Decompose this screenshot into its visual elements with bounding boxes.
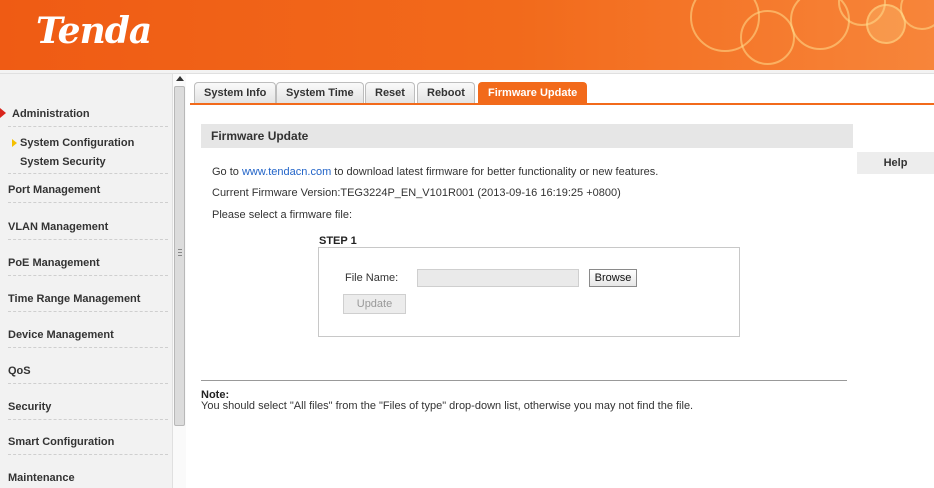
section-title: Firmware Update [201, 124, 853, 148]
sidebar-item-smart-configuration[interactable]: Smart Configuration [8, 436, 168, 448]
sidebar-separator [8, 275, 168, 276]
sidebar-item-qos[interactable]: QoS [8, 365, 168, 377]
update-button[interactable]: Update [343, 294, 406, 314]
sidebar-separator [8, 311, 168, 312]
sidebar-item-administration[interactable]: Administration [12, 108, 172, 120]
note-text: You should select "All files" from the "… [201, 400, 694, 412]
download-hint: Go to www.tendacn.com to download latest… [212, 166, 658, 178]
sidebar-separator [8, 126, 168, 127]
grip-line [178, 252, 182, 253]
header-banner: Tenda [0, 0, 934, 70]
selected-arrow-icon [12, 139, 17, 147]
sidebar-item-maintenance[interactable]: Maintenance [8, 472, 168, 484]
select-file-prompt: Please select a firmware file: [212, 209, 352, 221]
sidebar-item-device-management[interactable]: Device Management [8, 329, 168, 341]
sidebar-item-poe-management[interactable]: PoE Management [8, 257, 168, 269]
tendacn-link[interactable]: www.tendacn.com [242, 166, 331, 178]
sidebar-item-security[interactable]: Security [8, 401, 168, 413]
tab-reset[interactable]: Reset [365, 82, 415, 103]
tab-system-time[interactable]: System Time [276, 82, 364, 103]
expand-arrow-icon [0, 108, 6, 118]
scroll-up-arrow-icon[interactable] [176, 76, 184, 81]
sidebar-separator [8, 202, 168, 203]
sidebar-item-port-management[interactable]: Port Management [8, 184, 168, 196]
tab-system-info[interactable]: System Info [194, 82, 277, 103]
sidebar-separator [8, 173, 168, 174]
help-button[interactable]: Help [857, 152, 934, 174]
download-hint-suffix: to download latest firmware for better f… [331, 166, 659, 178]
file-name-label: File Name: [345, 272, 399, 284]
decor-bubble [740, 10, 795, 65]
sidebar-scrollbar[interactable] [172, 74, 186, 488]
current-firmware-version: Current Firmware Version:TEG3224P_EN_V10… [212, 187, 621, 199]
sidebar-item-system-security[interactable]: System Security [20, 156, 180, 168]
sidebar-separator [8, 419, 168, 420]
tab-firmware-update[interactable]: Firmware Update [478, 82, 588, 103]
scrollbar-thumb[interactable] [174, 86, 185, 426]
browse-button[interactable]: Browse [589, 269, 637, 287]
grip-line [178, 249, 182, 250]
sidebar-item-vlan-management[interactable]: VLAN Management [8, 221, 168, 233]
sidebar-separator [8, 383, 168, 384]
sidebar-item-time-range-management[interactable]: Time Range Management [8, 293, 168, 305]
sidebar-separator [8, 454, 168, 455]
tab-reboot[interactable]: Reboot [417, 82, 475, 103]
sidebar-separator [8, 239, 168, 240]
step-box [318, 247, 740, 337]
file-name-input[interactable] [417, 269, 579, 287]
divider [201, 380, 847, 381]
tab-underline [190, 103, 934, 105]
sidebar-item-system-configuration[interactable]: System Configuration [20, 137, 180, 149]
sidebar-separator [8, 347, 168, 348]
tenda-logo: Tenda [36, 10, 152, 52]
step-title: STEP 1 [319, 235, 357, 247]
grip-line [178, 255, 182, 256]
download-hint-prefix: Go to [212, 166, 242, 178]
sidebar: Administration System Configuration Syst… [0, 74, 172, 488]
